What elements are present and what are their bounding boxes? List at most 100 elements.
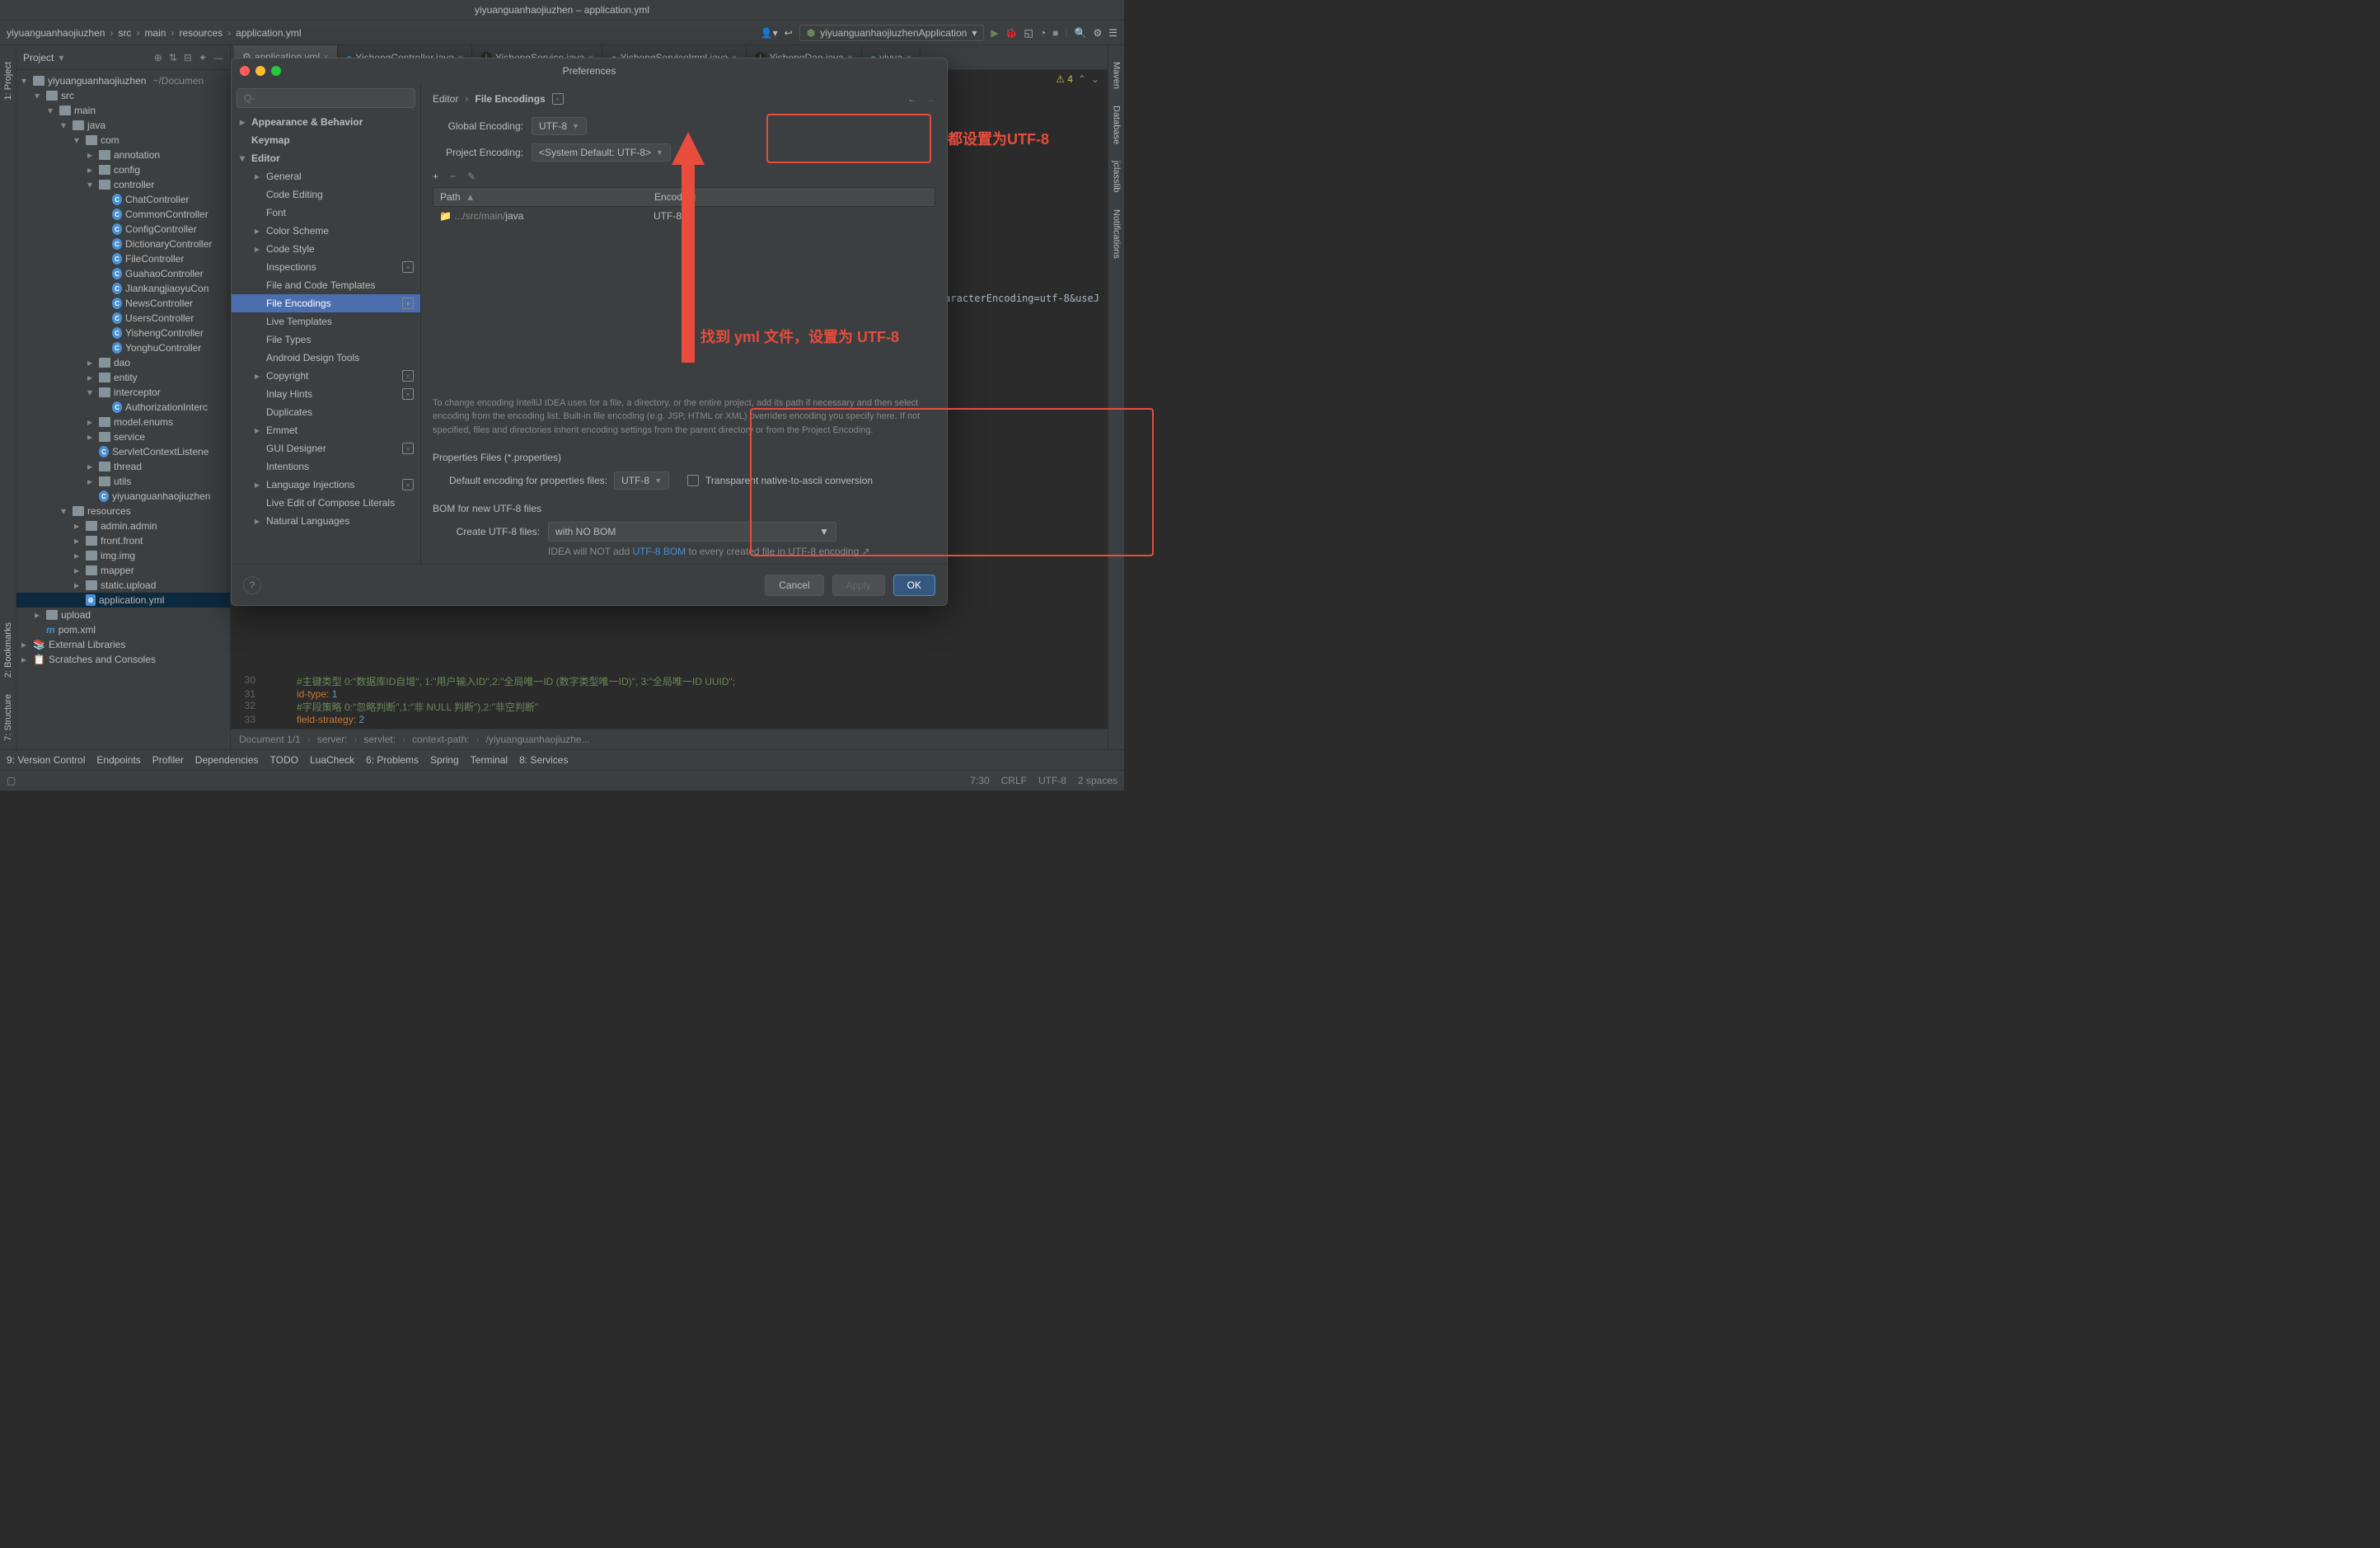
bottom-tool-endpoints[interactable]: Endpoints bbox=[96, 754, 140, 766]
stop-icon[interactable]: ■ bbox=[1052, 27, 1058, 39]
breadcrumb-item[interactable]: yiyuanguanhaojiuzhen bbox=[7, 27, 105, 39]
breadcrumb-item[interactable]: main bbox=[144, 27, 166, 39]
settings-item-android-design-tools[interactable]: Android Design Tools bbox=[232, 349, 420, 367]
project-tool-button[interactable]: 1: Project bbox=[3, 62, 13, 100]
minimize-icon[interactable] bbox=[255, 66, 265, 76]
add-icon[interactable]: + bbox=[433, 171, 438, 182]
bottom-tool-todo[interactable]: TODO bbox=[270, 754, 298, 766]
maven-tool-button[interactable]: Maven bbox=[1112, 62, 1122, 89]
settings-item-intentions[interactable]: Intentions bbox=[232, 457, 420, 476]
project-encoding-dropdown[interactable]: <System Default: UTF-8>▼ bbox=[532, 143, 671, 162]
tree-item-upload[interactable]: ▸upload bbox=[16, 607, 230, 622]
encoding-column[interactable]: Encoding bbox=[654, 191, 696, 203]
chevron-down-icon[interactable]: ⌄ bbox=[1091, 73, 1099, 85]
settings-item-emmet[interactable]: ▸Emmet bbox=[232, 421, 420, 439]
bottom-tool-terminal[interactable]: Terminal bbox=[471, 754, 508, 766]
tree-item-front.front[interactable]: ▸front.front bbox=[16, 533, 230, 548]
code-line[interactable]: 32#字段策略 0:"忽略判断",1:"非 NULL 判断"),2:"非空判断" bbox=[231, 700, 1108, 714]
apply-button[interactable]: Apply bbox=[832, 575, 885, 596]
editor-breadcrumb-item[interactable]: context-path: bbox=[412, 734, 469, 745]
more-icon[interactable]: ☰ bbox=[1108, 27, 1117, 39]
path-column[interactable]: Path bbox=[440, 191, 461, 203]
settings-item-live-templates[interactable]: Live Templates bbox=[232, 312, 420, 331]
settings-icon[interactable]: ⚙ bbox=[1093, 27, 1102, 39]
bottom-tool-dependencies[interactable]: Dependencies bbox=[195, 754, 259, 766]
tree-item-NewsController[interactable]: CNewsController bbox=[16, 296, 230, 311]
tree-item-config[interactable]: ▸config bbox=[16, 162, 230, 177]
code-line[interactable]: 30#主键类型 0:"数据库ID自增", 1:"用户输入ID",2:"全局唯一I… bbox=[231, 674, 1108, 688]
jclasslib-tool-button[interactable]: jclasslib bbox=[1112, 161, 1122, 193]
tree-item-utils[interactable]: ▸utils bbox=[16, 474, 230, 489]
problems-indicator[interactable]: ⚠ 4 bbox=[1056, 73, 1073, 85]
tree-item-resources[interactable]: ▾resources bbox=[16, 504, 230, 518]
tree-item-External Libraries[interactable]: ▸📚External Libraries bbox=[16, 637, 230, 652]
settings-item-inspections[interactable]: Inspections▫ bbox=[232, 258, 420, 276]
settings-item-file-types[interactable]: File Types bbox=[232, 331, 420, 349]
tree-item-com[interactable]: ▾com bbox=[16, 133, 230, 148]
status-item[interactable]: 7:30 bbox=[970, 775, 989, 786]
tree-item-Scratches and Consoles[interactable]: ▸📋Scratches and Consoles bbox=[16, 652, 230, 667]
profile-icon[interactable]: ◔ bbox=[1040, 27, 1046, 39]
tree-item-admin.admin[interactable]: ▸admin.admin bbox=[16, 518, 230, 533]
maximize-icon[interactable] bbox=[271, 66, 281, 76]
bottom-tool-6--problems[interactable]: 6: Problems bbox=[366, 754, 419, 766]
breadcrumb-item[interactable]: src bbox=[118, 27, 131, 39]
chevron-up-icon[interactable]: ⌃ bbox=[1078, 73, 1086, 85]
settings-item-font[interactable]: Font bbox=[232, 204, 420, 222]
settings-tree[interactable]: ▸Appearance & BehaviorKeymap▾Editor▸Gene… bbox=[232, 113, 420, 564]
settings-item-general[interactable]: ▸General bbox=[232, 167, 420, 185]
tree-item-YonghuController[interactable]: CYonghuController bbox=[16, 340, 230, 355]
tree-item-yiyuanguanhaojiuzhen[interactable]: ▾yiyuanguanhaojiuzhen~/Documen bbox=[16, 73, 230, 88]
bottom-tool-spring[interactable]: Spring bbox=[430, 754, 459, 766]
tree-item-AuthorizationInterc[interactable]: CAuthorizationInterc bbox=[16, 400, 230, 415]
tree-item-mapper[interactable]: ▸mapper bbox=[16, 563, 230, 578]
encoding-table-row[interactable]: 📁 .../src/main/java UTF-8 bbox=[433, 207, 935, 225]
status-item[interactable]: UTF-8 bbox=[1038, 775, 1066, 786]
settings-item-natural-languages[interactable]: ▸Natural Languages bbox=[232, 512, 420, 530]
user-icon[interactable]: 👤▾ bbox=[761, 27, 778, 39]
bottom-tool-luacheck[interactable]: LuaCheck bbox=[310, 754, 354, 766]
tree-item-interceptor[interactable]: ▾interceptor bbox=[16, 385, 230, 400]
database-tool-button[interactable]: Database bbox=[1112, 106, 1122, 144]
settings-icon[interactable]: ✦ bbox=[199, 52, 207, 63]
settings-item-copyright[interactable]: ▸Copyright▫ bbox=[232, 367, 420, 385]
tree-item-service[interactable]: ▸service bbox=[16, 429, 230, 444]
content-breadcrumb[interactable]: Editor bbox=[433, 93, 458, 105]
settings-item-file-encodings[interactable]: File Encodings▫ bbox=[232, 294, 420, 312]
tree-item-static.upload[interactable]: ▸static.upload bbox=[16, 578, 230, 593]
props-encoding-dropdown[interactable]: UTF-8▼ bbox=[614, 471, 669, 490]
tree-item-yiyuanguanhaojiuzhen[interactable]: Cyiyuanguanhaojiuzhen bbox=[16, 489, 230, 504]
locate-icon[interactable]: ⊕ bbox=[154, 52, 162, 63]
settings-item-gui-designer[interactable]: GUI Designer▫ bbox=[232, 439, 420, 457]
tree-item-ChatController[interactable]: CChatController bbox=[16, 192, 230, 207]
tree-item-main[interactable]: ▾main bbox=[16, 103, 230, 118]
collapse-icon[interactable]: ⊟ bbox=[184, 52, 192, 63]
settings-search-input[interactable] bbox=[237, 88, 415, 108]
back-icon[interactable]: ← bbox=[907, 93, 917, 105]
tree-item-annotation[interactable]: ▸annotation bbox=[16, 148, 230, 162]
help-button[interactable]: ? bbox=[243, 576, 261, 594]
structure-tool-button[interactable]: 7: Structure bbox=[3, 694, 13, 741]
tree-item-img.img[interactable]: ▸img.img bbox=[16, 548, 230, 563]
code-line[interactable]: 31id-type: 1 bbox=[231, 688, 1108, 700]
close-icon[interactable] bbox=[240, 66, 250, 76]
hide-icon[interactable]: — bbox=[213, 52, 223, 63]
bottom-tool-profiler[interactable]: Profiler bbox=[152, 754, 184, 766]
tree-item-CommonController[interactable]: CCommonController bbox=[16, 207, 230, 222]
bottom-tool-9--version-control[interactable]: 9: Version Control bbox=[7, 754, 85, 766]
editor-breadcrumb-item[interactable]: servlet: bbox=[363, 734, 396, 745]
settings-item-code-editing[interactable]: Code Editing bbox=[232, 185, 420, 204]
run-config-dropdown[interactable]: ⬢yiyuanguanhaojiuzhenApplication▾ bbox=[799, 25, 985, 41]
settings-item-language-injections[interactable]: ▸Language Injections▫ bbox=[232, 476, 420, 494]
expand-icon[interactable]: ⇅ bbox=[169, 52, 177, 63]
status-item[interactable]: 2 spaces bbox=[1078, 775, 1117, 786]
tree-item-DictionaryController[interactable]: CDictionaryController bbox=[16, 237, 230, 251]
bottom-tool-8--services[interactable]: 8: Services bbox=[519, 754, 568, 766]
tree-item-dao[interactable]: ▸dao bbox=[16, 355, 230, 370]
tree-item-YishengController[interactable]: CYishengController bbox=[16, 326, 230, 340]
settings-item-inlay-hints[interactable]: Inlay Hints▫ bbox=[232, 385, 420, 403]
editor-breadcrumb-item[interactable]: Document 1/1 bbox=[239, 734, 301, 745]
editor-breadcrumb-item[interactable]: server: bbox=[317, 734, 348, 745]
tree-item-controller[interactable]: ▾controller bbox=[16, 177, 230, 192]
cancel-button[interactable]: Cancel bbox=[765, 575, 823, 596]
